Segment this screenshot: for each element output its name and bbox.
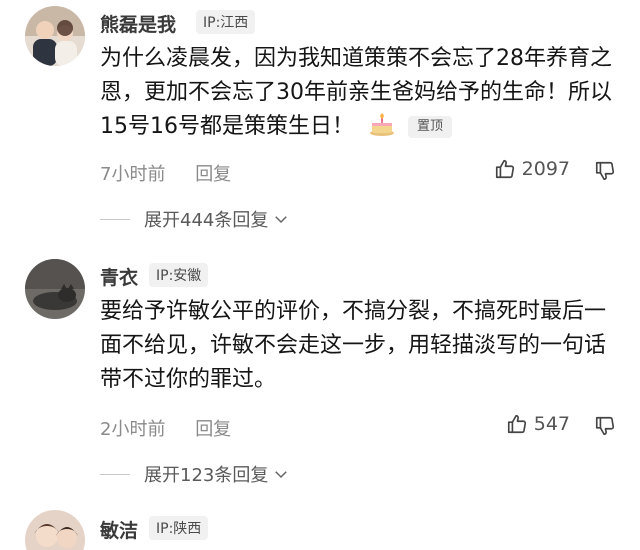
ip-location-tag: IP:陕西 <box>149 516 209 540</box>
expand-replies-button[interactable]: 展开123条回复 <box>100 461 290 487</box>
comment-text-content: 为什么凌晨发，因为我知道策策不会忘了28年养育之恩，更加不会忘了30年前亲生爸妈… <box>100 46 612 139</box>
comment-item: 青衣 IP:安徽 要给予许敏公平的评价，不搞分裂，不搞死时最后一面不给见，许敏不… <box>0 255 640 495</box>
like-button[interactable]: 547 <box>506 413 570 435</box>
comment-item: 熊磊是我 IP:江西 为什么凌晨发，因为我知道策策不会忘了28年养育之恩，更加不… <box>0 0 640 240</box>
dislike-button[interactable] <box>594 160 616 186</box>
chevron-down-icon <box>275 216 288 224</box>
comment-author[interactable]: 熊磊是我 <box>100 10 176 37</box>
cake-icon <box>369 113 395 148</box>
thumbs-down-icon <box>595 416 615 436</box>
comment-meta: 2小时前 回复 <box>100 415 255 441</box>
reply-button[interactable]: 回复 <box>195 164 231 185</box>
expand-replies-label: 展开123条回复 <box>144 465 269 486</box>
comment-time: 7小时前 <box>100 164 166 185</box>
comment-author[interactable]: 青衣 <box>100 263 138 290</box>
comment-text: 为什么凌晨发，因为我知道策策不会忘了28年养育之恩，更加不会忘了30年前亲生爸妈… <box>100 42 615 148</box>
like-button[interactable]: 2097 <box>494 158 570 180</box>
comment-time: 2小时前 <box>100 419 166 440</box>
ip-location-tag: IP:安徽 <box>149 263 209 287</box>
thumbs-up-icon <box>507 414 526 434</box>
avatar[interactable] <box>25 6 85 66</box>
comment-item: 敏洁 IP:陕西 <box>0 508 640 550</box>
avatar[interactable] <box>25 259 85 319</box>
avatar[interactable] <box>25 510 85 550</box>
like-count: 2097 <box>521 158 570 180</box>
expand-replies-label: 展开444条回复 <box>144 210 269 231</box>
comment-author[interactable]: 敏洁 <box>100 516 138 543</box>
reply-button[interactable]: 回复 <box>195 419 231 440</box>
divider-line <box>100 218 130 220</box>
ip-location-tag: IP:江西 <box>196 10 256 34</box>
comment-text: 要给予许敏公平的评价，不搞分裂，不搞死时最后一面不给见，许敏不会走这一步，用轻描… <box>100 299 607 392</box>
dislike-button[interactable] <box>594 415 616 441</box>
pinned-badge: 置顶 <box>408 116 453 138</box>
expand-replies-button[interactable]: 展开444条回复 <box>100 206 290 232</box>
comment-meta: 7小时前 回复 <box>100 160 255 186</box>
thumbs-up-icon <box>495 159 514 179</box>
like-count: 547 <box>533 413 570 435</box>
thumbs-down-icon <box>595 161 615 181</box>
chevron-down-icon <box>275 471 288 479</box>
divider-line <box>100 473 130 475</box>
